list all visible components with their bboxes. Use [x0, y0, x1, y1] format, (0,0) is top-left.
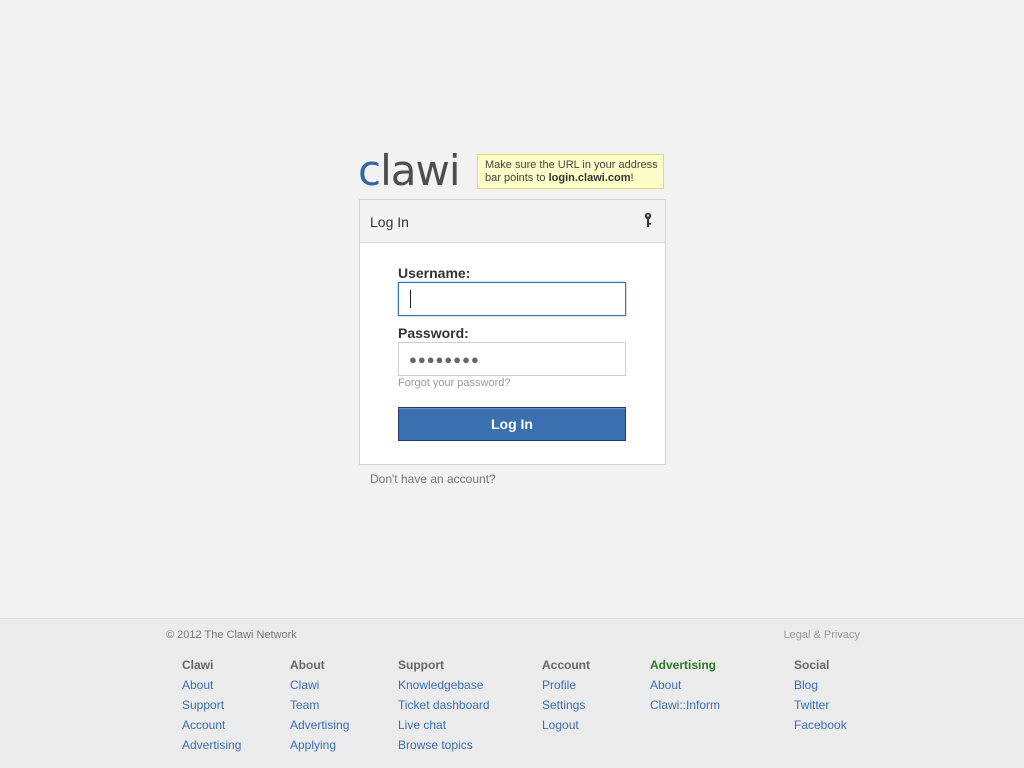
login-title: Log In	[370, 214, 409, 230]
footer-link[interactable]: Browse topics	[398, 739, 490, 759]
footer-heading: Social	[794, 658, 830, 672]
footer-link[interactable]: Applying	[290, 739, 349, 759]
footer-link[interactable]: Knowledgebase	[398, 679, 490, 699]
footer-col-clawi: Clawi About Support Account Advertising	[182, 659, 241, 759]
password-input[interactable]	[398, 342, 626, 376]
username-label: Username:	[398, 265, 471, 281]
footer-link[interactable]: About	[182, 679, 241, 699]
login-panel: Log In Username: Password: Forgot your p…	[359, 199, 666, 465]
footer-heading: About	[290, 658, 325, 672]
forgot-password-link[interactable]: Forgot your password?	[398, 377, 511, 389]
footer-link[interactable]: Clawi	[290, 679, 349, 699]
footer-heading: Advertising	[650, 658, 717, 672]
footer-col-account: Account Profile Settings Logout	[542, 659, 590, 739]
clawi-logo: clawi	[358, 146, 461, 196]
text-caret	[410, 290, 411, 308]
footer-link[interactable]: Profile	[542, 679, 590, 699]
username-input[interactable]	[398, 282, 626, 316]
footer-link[interactable]: Support	[182, 699, 241, 719]
url-notice: Make sure the URL in your address bar po…	[477, 154, 664, 189]
footer-link[interactable]: Twitter	[794, 699, 847, 719]
footer-link[interactable]: Logout	[542, 719, 590, 739]
footer-col-social: Social Blog Twitter Facebook	[794, 659, 847, 739]
footer-link[interactable]: Advertising	[290, 719, 349, 739]
footer-col-about: About Clawi Team Advertising Applying	[290, 659, 349, 759]
footer-col-support: Support Knowledgebase Ticket dashboard L…	[398, 659, 490, 759]
main-area: clawi Make sure the URL in your address …	[0, 0, 1024, 618]
footer-link[interactable]: About	[650, 679, 720, 699]
logo-rest: lawi	[380, 146, 460, 195]
password-label: Password:	[398, 325, 469, 341]
logo-c: c	[358, 146, 381, 195]
footer-link[interactable]: Blog	[794, 679, 847, 699]
footer-link[interactable]: Account	[182, 719, 241, 739]
key-icon	[644, 212, 652, 227]
footer-col-advertising: Advertising About Clawi::Inform	[650, 659, 720, 719]
footer-heading: Account	[542, 658, 590, 672]
footer-link[interactable]: Facebook	[794, 719, 847, 739]
notice-line2-suffix: !	[630, 172, 634, 184]
footer-link[interactable]: Advertising	[182, 739, 241, 759]
notice-line1: Make sure the URL in your address	[485, 159, 658, 171]
footer-link[interactable]: Team	[290, 699, 349, 719]
login-panel-header: Log In	[360, 200, 665, 243]
signup-link[interactable]: Don't have an account?	[370, 472, 496, 486]
footer: © 2012 The Clawi Network Legal & Privacy…	[0, 618, 1024, 768]
footer-link[interactable]: Ticket dashboard	[398, 699, 490, 719]
legal-privacy-link[interactable]: Legal & Privacy	[784, 629, 860, 641]
notice-line2-prefix: bar points to	[485, 172, 549, 184]
footer-heading: Support	[398, 658, 444, 672]
notice-domain: login.clawi.com	[548, 172, 631, 184]
copyright: © 2012 The Clawi Network	[166, 629, 297, 641]
login-button[interactable]: Log In	[398, 407, 626, 441]
footer-heading: Clawi	[182, 658, 214, 672]
footer-link[interactable]: Clawi::Inform	[650, 699, 720, 719]
footer-link[interactable]: Settings	[542, 699, 590, 719]
footer-link[interactable]: Live chat	[398, 719, 490, 739]
